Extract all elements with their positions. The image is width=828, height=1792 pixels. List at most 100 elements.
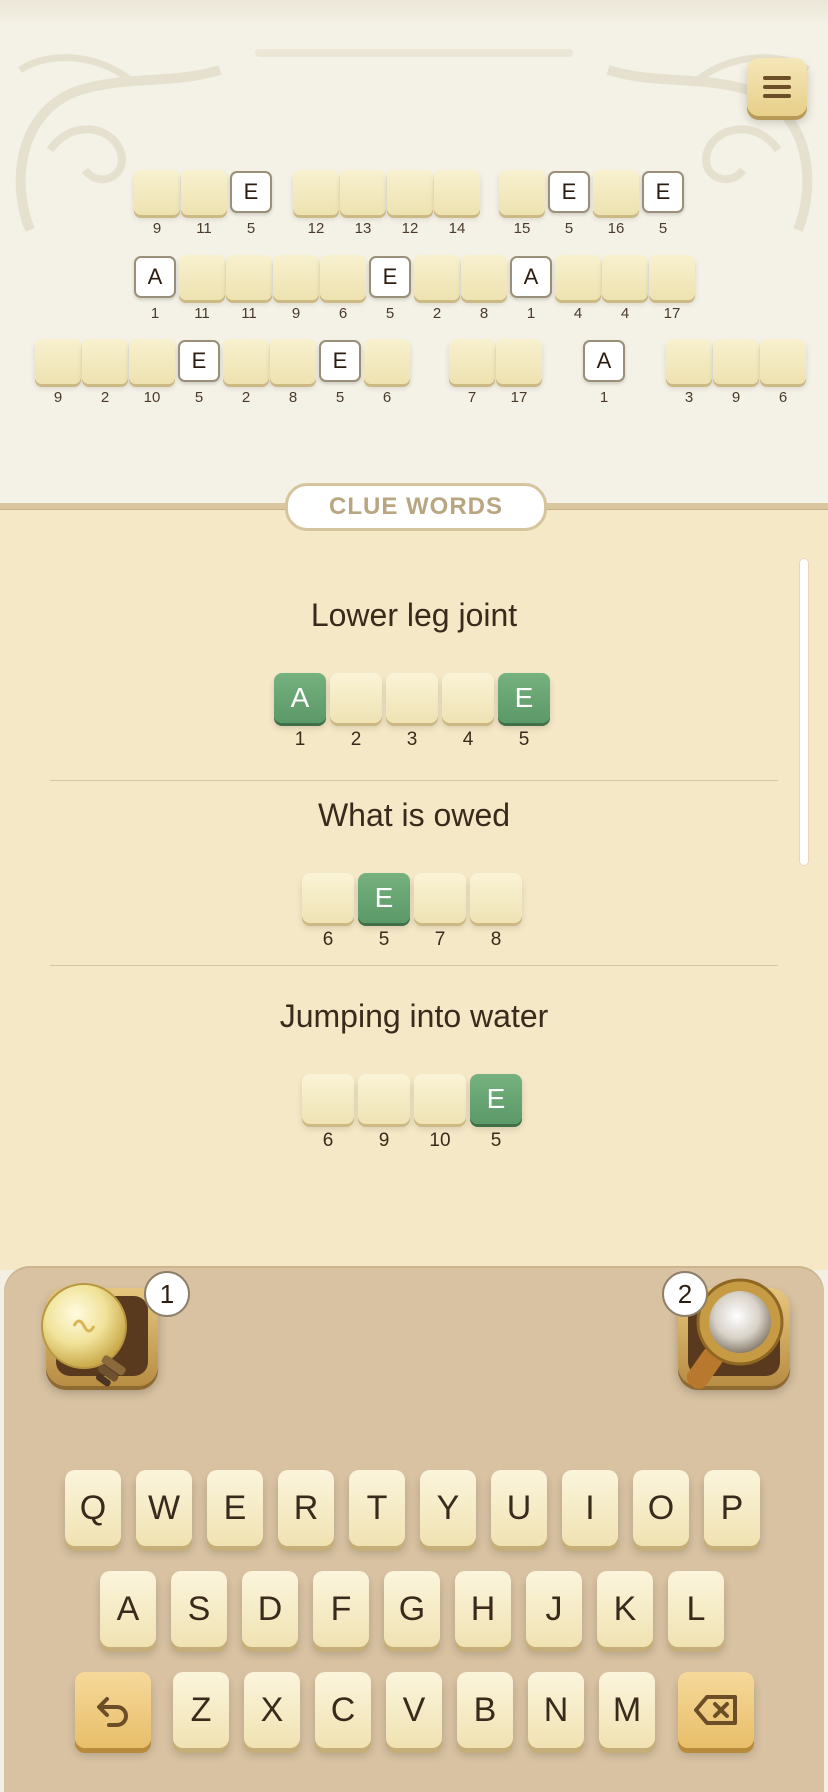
phrase-letter: A: [134, 256, 176, 298]
clue-letter-cell[interactable]: 9: [358, 1074, 414, 1151]
phrase-letter-number: 9: [53, 389, 63, 406]
key-k[interactable]: K: [597, 1571, 653, 1647]
phrase-letter-cell[interactable]: 6: [760, 339, 808, 406]
clue-letter-cell[interactable]: 10: [414, 1074, 470, 1151]
phrase-letter-number: 1: [599, 389, 609, 406]
clue-letter-cell[interactable]: 3: [386, 673, 442, 750]
reveal-button[interactable]: 2: [662, 1268, 790, 1389]
phrase-letter-cell[interactable]: 14: [434, 170, 482, 237]
hint-button[interactable]: 1: [32, 1268, 190, 1387]
key-w[interactable]: W: [136, 1470, 192, 1546]
phrase-letter-cell[interactable]: 16: [593, 170, 641, 237]
phrase-letter: [340, 170, 386, 215]
phrase-letter-cell[interactable]: E5: [228, 170, 276, 237]
phrase-letter-cell[interactable]: 9: [273, 255, 321, 322]
key-b[interactable]: B: [457, 1672, 513, 1748]
clue-letter-cell[interactable]: 2: [330, 673, 386, 750]
phrase-letter-number: 5: [658, 220, 668, 237]
phrase-letter-cell[interactable]: 2: [82, 339, 130, 406]
key-m[interactable]: M: [599, 1672, 655, 1748]
clue-letter-cell[interactable]: E5: [358, 873, 414, 950]
clue-letter-cell[interactable]: 7: [414, 873, 470, 950]
phrase-letter: [134, 170, 180, 215]
clue-list[interactable]: Lower leg joint A 1 2 3 4 E 5 What is owed 6 E 5 7 8 J…: [0, 510, 828, 1270]
clue-letter: E: [498, 673, 550, 723]
key-h[interactable]: H: [455, 1571, 511, 1647]
phrase-letter-number: 5: [564, 220, 574, 237]
phrase-letter-cell[interactable]: A1: [581, 339, 629, 406]
key-c[interactable]: C: [315, 1672, 371, 1748]
backspace-button[interactable]: [678, 1672, 754, 1748]
phrase-letter-cell[interactable]: 10: [129, 339, 177, 406]
clue-letter-cell[interactable]: 8: [470, 873, 526, 950]
phrase-letter-number: 9: [152, 220, 162, 237]
phrase-letter: E: [642, 171, 684, 213]
phrase-letter-cell[interactable]: E5: [367, 255, 415, 322]
key-u[interactable]: U: [491, 1470, 547, 1546]
phrase-letter-cell[interactable]: 2: [223, 339, 271, 406]
key-d[interactable]: D: [242, 1571, 298, 1647]
clue-letter-cell[interactable]: A1: [274, 673, 330, 750]
phrase-letter-cell[interactable]: 11: [179, 255, 227, 322]
phrase-letter-cell[interactable]: 4: [555, 255, 603, 322]
clue-text: Jumping into water: [279, 998, 549, 1034]
phrase-letter-cell[interactable]: 17: [649, 255, 697, 322]
key-r[interactable]: R: [278, 1470, 334, 1546]
phrase-letter-cell[interactable]: E5: [640, 170, 688, 237]
phrase-letter-cell[interactable]: E5: [546, 170, 594, 237]
phrase-letter-cell[interactable]: 13: [340, 170, 388, 237]
phrase-letter-cell[interactable]: 11: [226, 255, 274, 322]
clue-letter: [386, 673, 438, 723]
key-t[interactable]: T: [349, 1470, 405, 1546]
phrase-letter-number: 12: [307, 220, 325, 237]
phrase-letter-cell[interactable]: 9: [35, 339, 83, 406]
key-g[interactable]: G: [384, 1571, 440, 1647]
phrase-letter-cell[interactable]: A1: [508, 255, 556, 322]
phrase-letter-cell[interactable]: 12: [293, 170, 341, 237]
clue-list-scrollbar[interactable]: [799, 558, 809, 866]
phrase-letter-cell[interactable]: 6: [320, 255, 368, 322]
phrase-letter-cell[interactable]: 3: [666, 339, 714, 406]
key-o[interactable]: O: [633, 1470, 689, 1546]
phrase-letter-cell[interactable]: 8: [270, 339, 318, 406]
menu-button[interactable]: [747, 58, 807, 116]
phrase-letter-cell[interactable]: A1: [132, 255, 180, 322]
phrase-letter-cell[interactable]: 11: [181, 170, 229, 237]
key-y[interactable]: Y: [420, 1470, 476, 1546]
key-s[interactable]: S: [171, 1571, 227, 1647]
key-v[interactable]: V: [386, 1672, 442, 1748]
phrase-letter-cell[interactable]: 8: [461, 255, 509, 322]
phrase-board: 9 11 E 5 12 13 12 14 15 E 5 16 E 5 A 1 11 11 9 6 E 5 2 8 A 1 4 4 17 9…: [0, 0, 828, 505]
key-e[interactable]: E: [207, 1470, 263, 1546]
key-n[interactable]: N: [528, 1672, 584, 1748]
clue-letter-cell[interactable]: 6: [302, 1074, 358, 1151]
clue-letter-cell[interactable]: E5: [498, 673, 554, 750]
phrase-letter-cell[interactable]: 9: [134, 170, 182, 237]
key-q[interactable]: Q: [65, 1470, 121, 1546]
undo-button[interactable]: [75, 1672, 151, 1748]
phrase-letter-cell[interactable]: 15: [499, 170, 547, 237]
clue-text: Lower leg joint: [310, 597, 518, 633]
clue-letter-cell[interactable]: 4: [442, 673, 498, 750]
key-f[interactable]: F: [313, 1571, 369, 1647]
key-p[interactable]: P: [704, 1470, 760, 1546]
key-j[interactable]: J: [526, 1571, 582, 1647]
key-x[interactable]: X: [244, 1672, 300, 1748]
phrase-letter-cell[interactable]: 2: [414, 255, 462, 322]
key-i[interactable]: I: [562, 1470, 618, 1546]
phrase-letter-number: 13: [354, 220, 372, 237]
phrase-letter-cell[interactable]: E5: [317, 339, 365, 406]
key-a[interactable]: A: [100, 1571, 156, 1647]
clue-letter-cell[interactable]: E5: [470, 1074, 526, 1151]
key-l[interactable]: L: [668, 1571, 724, 1647]
phrase-letter-cell[interactable]: 7: [449, 339, 497, 406]
clue-separator: [50, 965, 778, 966]
key-z[interactable]: Z: [173, 1672, 229, 1748]
phrase-letter-cell[interactable]: 6: [364, 339, 412, 406]
phrase-letter-cell[interactable]: E5: [176, 339, 224, 406]
phrase-letter-cell[interactable]: 12: [387, 170, 435, 237]
phrase-letter-cell[interactable]: 4: [602, 255, 650, 322]
phrase-letter-cell[interactable]: 9: [713, 339, 761, 406]
phrase-letter-cell[interactable]: 17: [496, 339, 544, 406]
clue-letter-cell[interactable]: 6: [302, 873, 358, 950]
